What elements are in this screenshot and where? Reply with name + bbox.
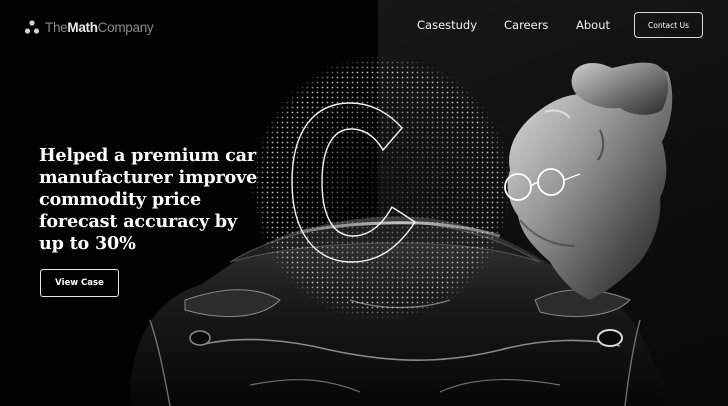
hero-headline: Helped a premium car manufacturer improv… bbox=[39, 145, 339, 255]
headline-line: up to 30% bbox=[39, 233, 136, 254]
headline-line: manufacturer improve bbox=[39, 167, 258, 188]
headline-line: forecast accuracy by bbox=[39, 211, 237, 232]
view-case-button[interactable]: View Case bbox=[40, 269, 119, 297]
nav-link-casestudy[interactable]: Casestudy bbox=[417, 18, 477, 32]
three-dots-logo-icon bbox=[24, 20, 40, 34]
headline-line: commodity price bbox=[39, 189, 202, 210]
brand-name: TheMathCompany bbox=[45, 19, 154, 35]
company-logo[interactable]: TheMathCompany bbox=[24, 19, 154, 35]
nav-link-about[interactable]: About bbox=[576, 18, 610, 32]
nav-link-careers[interactable]: Careers bbox=[504, 18, 548, 32]
contact-us-button[interactable]: Contact Us bbox=[634, 12, 703, 38]
headline-line: Helped a premium car bbox=[39, 145, 256, 166]
